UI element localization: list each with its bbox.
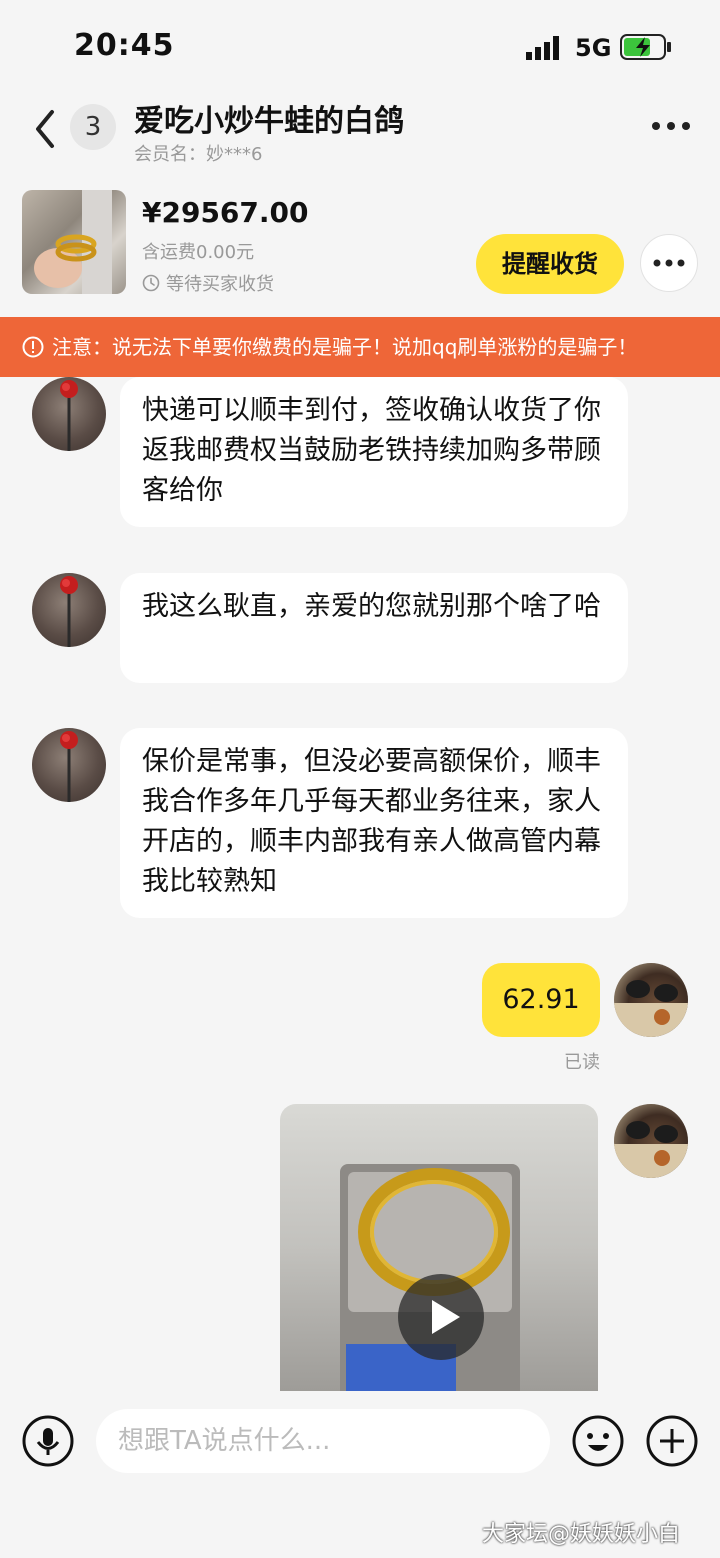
voice-icon[interactable]	[22, 1415, 74, 1467]
my-avatar[interactable]	[614, 1104, 688, 1178]
message-bubble[interactable]: 我这么耿直，亲爱的您就别那个啥了哈	[120, 573, 628, 683]
back-arrow-icon[interactable]	[28, 106, 62, 152]
order-card[interactable]: ¥29567.00 含运费0.00元 等待买家收货 提醒收货	[0, 182, 720, 316]
order-shipping: 含运费0.00元	[142, 242, 255, 263]
remind-receipt-button[interactable]: 提醒收货	[476, 234, 624, 294]
chat-messages[interactable]: 快递可以顺丰到付，签收确认收货了你返我邮费权当鼓励老铁持续加购多带顾客给你 我这…	[0, 377, 720, 1391]
my-message-bubble[interactable]: 62.91	[482, 963, 600, 1037]
order-status-label: 等待买家收货	[166, 274, 274, 295]
input-bar: 想跟TA说点什么...	[0, 1391, 720, 1491]
my-avatar[interactable]	[614, 963, 688, 1037]
warning-text: 注意：说无法下单要你缴费的是骗子！说加qq刷单涨粉的是骗子！	[52, 335, 638, 359]
product-image-icon	[34, 190, 112, 294]
fraud-warning-banner: 注意：说无法下单要你缴费的是骗子！说加qq刷单涨粉的是骗子！	[0, 317, 720, 377]
unread-count-badge[interactable]: 3	[70, 104, 116, 150]
clock-icon	[142, 274, 160, 292]
order-status: 等待买家收货	[142, 270, 274, 296]
chat-title: 爱吃小炒牛蛙的白鸽	[134, 104, 404, 139]
watermark: 大家坛@妖妖妖小白	[482, 1522, 681, 1547]
seller-avatar[interactable]	[32, 573, 106, 647]
product-thumbnail[interactable]	[22, 190, 126, 294]
alert-circle-icon	[22, 336, 44, 358]
chat-header: 3 爱吃小炒牛蛙的白鸽 会员名：妙***6	[0, 92, 720, 182]
order-more-button[interactable]	[640, 234, 698, 292]
sunglasses-icon	[614, 1121, 688, 1178]
signal-icon	[526, 36, 559, 60]
member-name: 会员名：妙***6	[134, 144, 263, 165]
message-input[interactable]: 想跟TA说点什么...	[96, 1409, 550, 1473]
video-message[interactable]	[280, 1104, 598, 1391]
sunglasses-icon	[614, 980, 688, 1037]
rose-icon	[60, 731, 78, 802]
rose-icon	[60, 576, 78, 647]
status-bar: 20:45 5G	[0, 0, 720, 92]
add-icon[interactable]	[646, 1415, 698, 1467]
message-bubble[interactable]: 保价是常事，但没必要高额保价，顺丰我合作多年几乎每天都业务往来，家人开店的，顺丰…	[120, 728, 628, 918]
status-time: 20:45	[74, 28, 175, 63]
message-bubble[interactable]: 快递可以顺丰到付，签收确认收货了你返我邮费权当鼓励老铁持续加购多带顾客给你	[120, 377, 628, 527]
rose-icon	[60, 380, 78, 451]
seller-avatar[interactable]	[32, 728, 106, 802]
more-dots-icon	[653, 259, 685, 267]
network-type: 5G	[575, 34, 612, 62]
order-price: ¥29567.00	[142, 196, 309, 229]
read-receipt: 已读	[564, 1052, 600, 1073]
emoji-icon[interactable]	[572, 1415, 624, 1467]
battery-charging-icon	[620, 34, 671, 60]
seller-avatar[interactable]	[32, 377, 106, 451]
play-button[interactable]	[398, 1274, 484, 1360]
play-icon	[432, 1300, 460, 1334]
more-options-icon[interactable]	[650, 114, 692, 138]
